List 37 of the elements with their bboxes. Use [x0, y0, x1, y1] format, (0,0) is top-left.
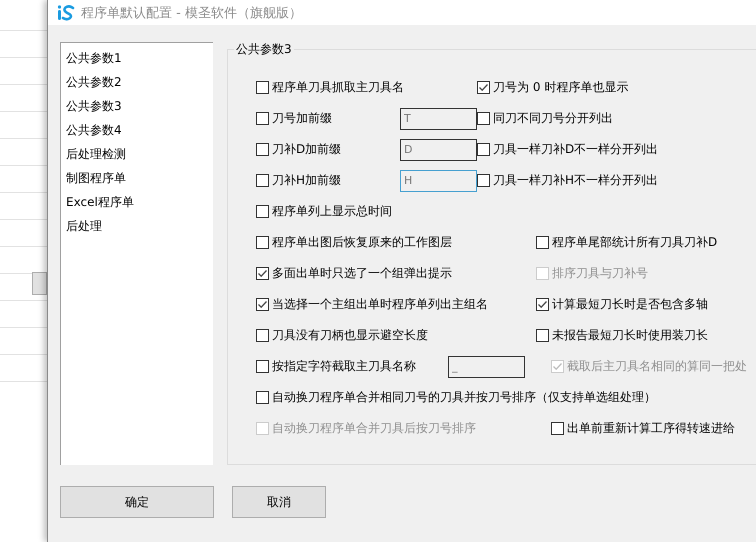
checkbox-option[interactable]: 刀具一样刀补H不一样分开列出	[477, 172, 658, 188]
checkbox-option[interactable]: 未报告最短刀长时使用装刀长	[536, 326, 708, 344]
sidebar-item[interactable]: 公共参数3	[65, 94, 209, 118]
checkbox-option[interactable]: 出单前重新计算工序得转速进给	[551, 420, 735, 436]
sidebar-item[interactable]: 公共参数4	[65, 118, 209, 142]
checkbox-option[interactable]: 程序单出图后恢复原来的工作图层	[256, 234, 452, 251]
checkbox-option[interactable]: 刀补D加前缀	[256, 141, 342, 158]
sidebar-item[interactable]: 后处理	[65, 214, 209, 238]
checkbox-option[interactable]: 刀补H加前缀	[256, 172, 342, 189]
checkbox-option[interactable]: 程序单尾部统计所有刀具刀补D	[536, 234, 718, 250]
sidebar-item[interactable]: 制图程序单	[65, 166, 209, 190]
dialog-button[interactable]: 确定	[60, 486, 214, 518]
group-title: 公共参数3	[234, 41, 294, 58]
checkbox-option[interactable]: 刀具一样刀补D不一样分开列出	[477, 140, 658, 158]
checkbox-option[interactable]: 刀具没有刀柄也显示避空长度	[256, 327, 428, 344]
input-field[interactable]: _	[448, 356, 525, 378]
checkbox-option[interactable]: 自动换刀程序单合并相同刀号的刀具并按刀号排序（仅支持单选组处理）	[256, 389, 656, 406]
sidebar-item[interactable]: 公共参数2	[65, 70, 209, 94]
checkbox-option[interactable]: 当选择一个主组出单时程序单列出主组名	[256, 296, 488, 313]
input-field[interactable]: H	[400, 170, 477, 192]
checkbox-option[interactable]: 多面出单时只选了一个组弹出提示	[256, 265, 452, 282]
checkbox-option[interactable]: 同刀不同刀号分开列出	[477, 110, 613, 126]
window-title: 程序单默认配置 - 模圣软件（旗舰版）	[81, 4, 302, 22]
checkbox-option[interactable]: 按指定字符截取主刀具名称	[256, 358, 416, 375]
button[interactable]	[32, 272, 47, 295]
sidebar-item[interactable]: 公共参数1	[65, 46, 209, 70]
input-field[interactable]: D	[400, 138, 477, 160]
checkbox-option[interactable]: 计算最短刀长时是否包含多轴	[536, 296, 708, 312]
checkbox-option[interactable]: 程序单列上显示总时间	[256, 203, 392, 220]
sidebar-item[interactable]: 后处理检测	[65, 142, 209, 166]
app-logo-icon	[57, 4, 75, 20]
input-field[interactable]: T	[400, 108, 477, 130]
checkbox-option[interactable]: 刀号为 0 时程序单也显示	[477, 78, 628, 96]
dialog-button[interactable]: 取消	[232, 486, 326, 518]
checkbox-option[interactable]: 刀号加前缀	[256, 110, 332, 127]
sidebar-item[interactable]: Excel程序单	[65, 190, 209, 214]
checkbox-option[interactable]: 程序单刀具抓取主刀具名	[256, 79, 404, 96]
